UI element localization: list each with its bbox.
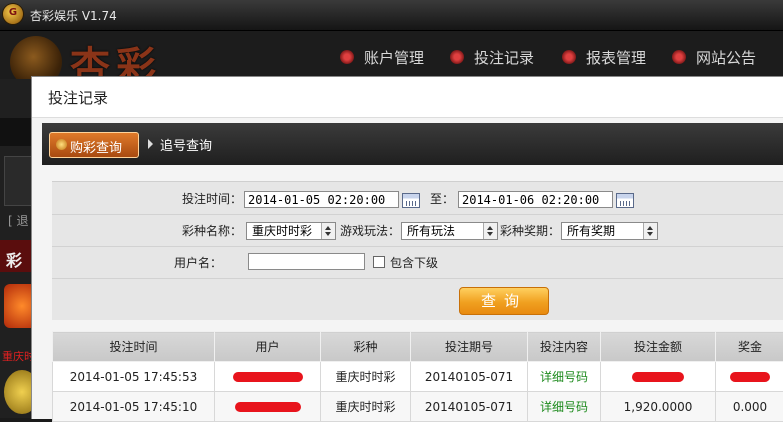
logout-link[interactable]: [ 退 [8,212,29,229]
nav-label: 投注记录 [474,47,534,68]
period-cell: 20140105-071 [411,362,528,392]
app-title: 杏彩娱乐 V1.74 [30,7,117,24]
column-header[interactable]: 用户 [215,332,321,362]
calendar-icon[interactable] [402,193,420,208]
divider [52,278,783,279]
redaction-mark [233,372,303,382]
tab-label: 购彩查询 [70,137,122,156]
column-header[interactable]: 奖金 [716,332,783,362]
end-time-input[interactable]: 2014-01-06 02:20:00 [458,191,613,208]
lottery-label: 彩种名称： [152,222,242,239]
column-header[interactable]: 彩种 [321,332,411,362]
dialog-body: 购彩查询 追号查询 投注时间： 2014-01-05 02:20:00 至： 2… [42,123,783,419]
username-label: 用户名： [152,254,222,271]
bet-time-cell: 2014-01-05 17:45:10 [53,392,215,422]
divider [52,214,783,215]
lottery-cell: 重庆时时彩 [321,362,411,392]
detail-numbers-link[interactable]: 详细号码 [540,370,588,384]
app-title-bar: G 杏彩娱乐 V1.74 [0,0,783,31]
include-subordinates-label: 包含下级 [390,254,438,271]
amount-cell [601,362,716,392]
content-cell[interactable]: 详细号码 [528,392,601,422]
period-label: 彩种奖期： [498,222,560,239]
bet-records-table: 投注时间 用户 彩种 投注期号 投注内容 投注金额 奖金 2014-01-05 … [52,331,783,422]
table-row[interactable]: 2014-01-05 17:45:53 重庆时时彩 20140105-071 详… [53,362,783,392]
nav-label: 报表管理 [586,47,646,68]
dialog-title-bar[interactable]: 投注记录 [32,77,783,118]
bet-records-dialog: 投注记录 购彩查询 追号查询 投注时间： 2014-01-05 02:20:00… [31,76,783,419]
search-form: 投注时间： 2014-01-05 02:20:00 至： 2014-01-06 … [52,181,783,320]
column-header[interactable]: 投注内容 [528,332,601,362]
bullet-icon [562,50,576,64]
app-logo-letter: G [3,7,23,18]
nav-label: 网站公告 [696,47,756,68]
period-select[interactable]: 所有奖期 [561,222,658,240]
chevron-updown-icon [483,223,497,239]
calendar-icon[interactable] [616,193,634,208]
tabs-bar: 购彩查询 追号查询 [42,123,783,165]
table-header-row: 投注时间 用户 彩种 投注期号 投注内容 投注金额 奖金 [53,332,783,362]
bullet-icon [450,50,464,64]
tab-purchase-query[interactable]: 购彩查询 [49,132,139,158]
app-logo-icon: G [3,4,23,24]
play-label: 游戏玩法： [338,222,400,239]
prize-cell [716,362,783,392]
bullet-icon [672,50,686,64]
table-row[interactable]: 2014-01-05 17:45:10 重庆时时彩 20140105-071 详… [53,392,783,422]
chevron-updown-icon [321,223,335,239]
username-input[interactable] [248,253,365,270]
user-cell [215,362,321,392]
amount-cell: 1,920.0000 [601,392,716,422]
select-value: 重庆时时彩 [252,224,312,238]
to-label: 至： [424,190,454,207]
tab-chase-query[interactable]: 追号查询 [160,135,212,154]
prize-cell: 0.000 [716,392,783,422]
play-select[interactable]: 所有玩法 [401,222,498,240]
divider [52,246,783,247]
nav-label: 账户管理 [364,47,424,68]
content-cell[interactable]: 详细号码 [528,362,601,392]
bet-time-label: 投注时间： [152,190,242,207]
redaction-mark [235,402,301,412]
period-cell: 20140105-071 [411,392,528,422]
detail-numbers-link[interactable]: 详细号码 [540,400,588,414]
select-value: 所有奖期 [567,224,615,238]
column-header[interactable]: 投注期号 [411,332,528,362]
lottery-cell: 重庆时时彩 [321,392,411,422]
query-button[interactable]: 查询 [459,287,549,315]
column-header[interactable]: 投注金额 [601,332,716,362]
select-value: 所有玩法 [407,224,455,238]
bullet-icon [340,50,354,64]
column-header[interactable]: 投注时间 [53,332,215,362]
dialog-title: 投注记录 [48,87,108,108]
lottery-select[interactable]: 重庆时时彩 [246,222,336,240]
chevron-updown-icon [643,223,657,239]
coin-icon [56,139,67,150]
sidebar-section-title: 彩 [6,247,22,271]
start-time-input[interactable]: 2014-01-05 02:20:00 [244,191,399,208]
arrow-right-icon [148,139,153,149]
bet-time-cell: 2014-01-05 17:45:53 [53,362,215,392]
redaction-mark [632,372,684,382]
redaction-mark [730,372,770,382]
include-subordinates-checkbox[interactable] [373,256,385,268]
user-cell [215,392,321,422]
